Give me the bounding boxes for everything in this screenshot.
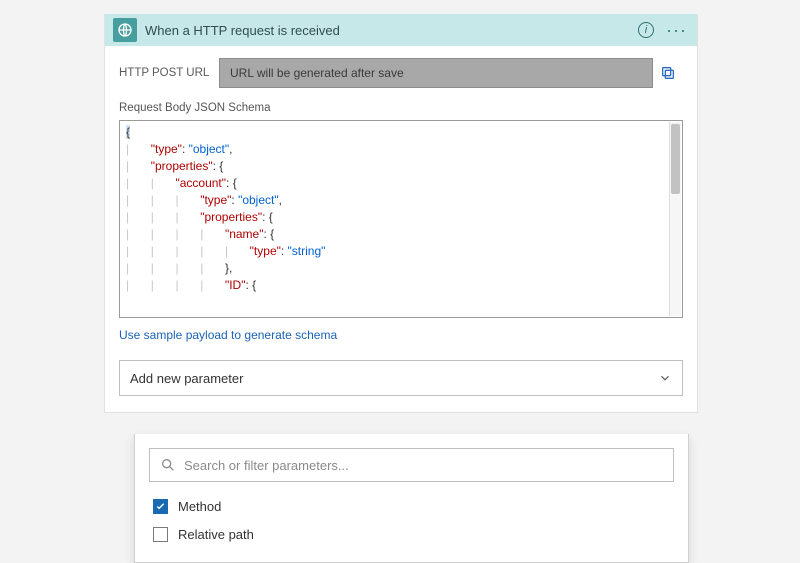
trigger-card: When a HTTP request is received i ··· HT… bbox=[104, 14, 698, 413]
parameter-search-input[interactable] bbox=[184, 458, 663, 473]
parameter-option-relative-path[interactable]: Relative path bbox=[153, 520, 670, 548]
schema-editor[interactable]: { | "type": "object", | "properties": { … bbox=[119, 120, 683, 318]
add-new-parameter-dropdown[interactable]: Add new parameter bbox=[119, 360, 683, 396]
card-title: When a HTTP request is received bbox=[145, 23, 638, 38]
copy-url-icon[interactable] bbox=[653, 65, 683, 81]
http-post-url-value: URL will be generated after save bbox=[219, 58, 653, 88]
add-new-parameter-label: Add new parameter bbox=[130, 371, 243, 386]
parameter-search[interactable] bbox=[149, 448, 674, 482]
schema-label: Request Body JSON Schema bbox=[119, 102, 683, 114]
option-label: Relative path bbox=[178, 527, 254, 542]
info-icon[interactable]: i bbox=[638, 22, 654, 38]
http-trigger-icon bbox=[113, 18, 137, 42]
scrollbar[interactable] bbox=[669, 122, 681, 316]
scrollbar-thumb[interactable] bbox=[671, 124, 680, 194]
checkbox[interactable] bbox=[153, 499, 168, 514]
parameter-option-method[interactable]: Method bbox=[153, 492, 670, 520]
http-post-url-label: HTTP POST URL bbox=[119, 67, 219, 79]
option-label: Method bbox=[178, 499, 221, 514]
use-sample-payload-link[interactable]: Use sample payload to generate schema bbox=[119, 328, 337, 342]
card-header: When a HTTP request is received i ··· bbox=[105, 14, 697, 46]
checkbox[interactable] bbox=[153, 527, 168, 542]
search-icon bbox=[160, 457, 176, 473]
card-body: HTTP POST URL URL will be generated afte… bbox=[105, 46, 697, 412]
parameter-dropdown-panel: Method Relative path bbox=[134, 434, 689, 563]
http-post-url-row: HTTP POST URL URL will be generated afte… bbox=[119, 58, 683, 88]
chevron-down-icon bbox=[658, 371, 672, 385]
